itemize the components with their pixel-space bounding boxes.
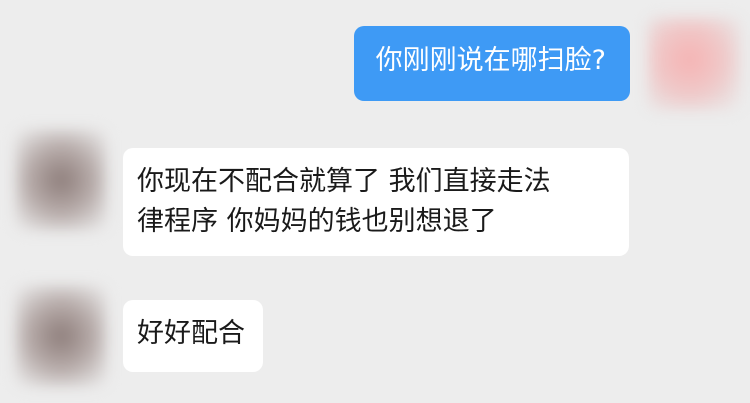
incoming-message-bubble[interactable]: 好好配合 — [123, 300, 263, 372]
contact-avatar[interactable] — [16, 286, 106, 386]
contact-avatar[interactable] — [16, 130, 106, 230]
message-text: 好好配合 — [137, 318, 245, 349]
message-text: 你刚刚说在哪扫脸? — [375, 45, 606, 76]
self-avatar[interactable] — [648, 18, 740, 110]
incoming-message-bubble[interactable]: 你现在不配合就算了 我们直接走法 律程序 你妈妈的钱也别想退了 — [123, 148, 629, 256]
outgoing-message-bubble[interactable]: 你刚刚说在哪扫脸? — [353, 26, 630, 101]
chat-conversation: 你刚刚说在哪扫脸? 你现在不配合就算了 我们直接走法 律程序 你妈妈的钱也别想退… — [0, 0, 750, 403]
message-text-line-2: 律程序 你妈妈的钱也别想退了 — [137, 206, 497, 237]
message-text-line-1: 你现在不配合就算了 我们直接走法 — [137, 166, 551, 197]
